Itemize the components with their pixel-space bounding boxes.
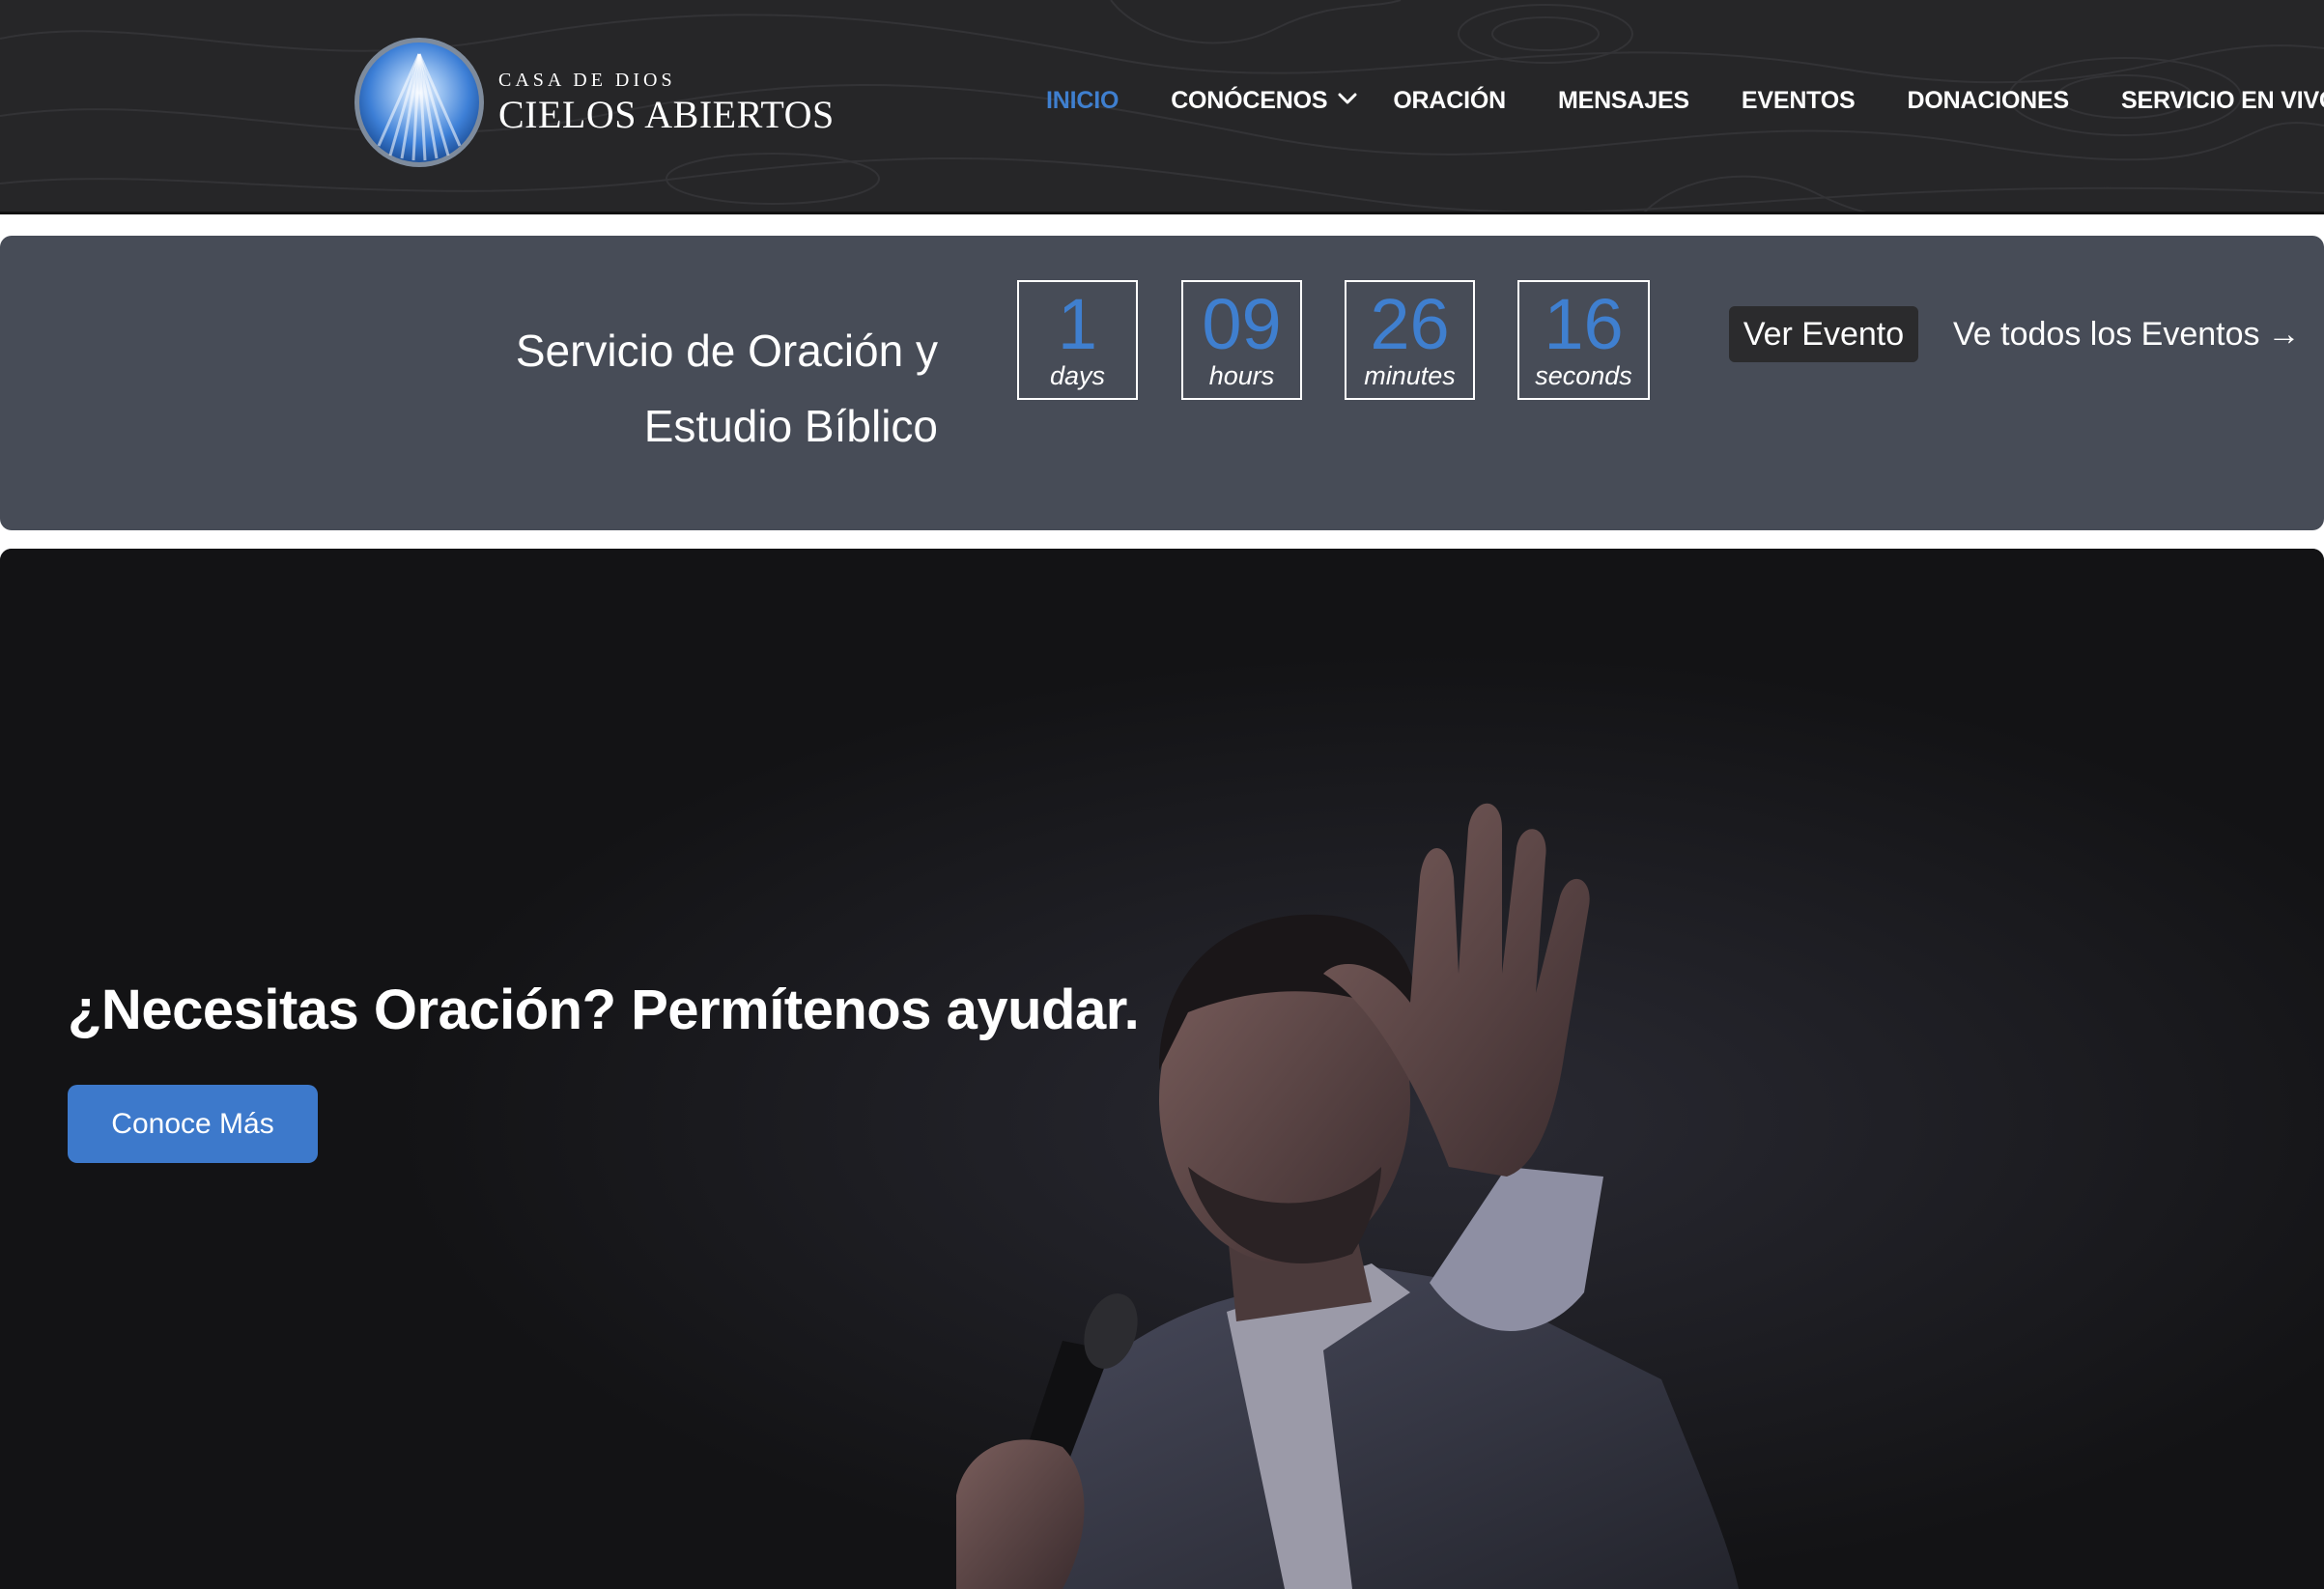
event-title-line1: Servicio de Oración y xyxy=(515,326,938,376)
countdown-seconds-label: seconds xyxy=(1535,361,1632,390)
countdown-seconds-value: 16 xyxy=(1544,284,1624,364)
nav-item-servicio-en-vivo[interactable]: SERVICIO EN VIVO xyxy=(2121,87,2324,115)
all-events-link[interactable]: Ve todos los Eventos → xyxy=(1953,311,2301,357)
hero-image-praying-man xyxy=(0,549,2324,1589)
event-title-line2: Estudio Bíblico xyxy=(643,401,938,451)
site-header: CASA DE DIOS CIELOS ABIERTOS INICIO CONÓ… xyxy=(0,0,2324,214)
countdown-minutes-label: minutes xyxy=(1364,361,1456,390)
countdown-hours-value: 09 xyxy=(1202,284,1282,364)
arrow-right-icon: → xyxy=(2267,316,2301,353)
event-title: Servicio de Oración y Estudio Bíblico xyxy=(358,313,938,464)
countdown-days-label: days xyxy=(1049,361,1106,390)
nav-item-donaciones[interactable]: DONACIONES xyxy=(1908,87,2070,115)
countdown-minutes: 26 minutes xyxy=(1345,280,1475,400)
nav-item-label: CONÓCENOS xyxy=(1171,87,1328,114)
nav-item-conocenos[interactable]: CONÓCENOS xyxy=(1171,87,1358,115)
countdown-days-value: 1 xyxy=(1057,284,1098,364)
nav-item-oracion[interactable]: ORACIÓN xyxy=(1393,87,1506,115)
hero-heading: ¿Necesitas Oración? Permítenos ayudar. xyxy=(68,979,1140,1041)
main-nav: INICIO CONÓCENOS ORACIÓN MENSAJES EVENTO… xyxy=(1046,87,2324,115)
logo-tagline: CASA DE DIOS xyxy=(498,70,676,91)
countdown-days: 1 days xyxy=(1017,280,1138,400)
all-events-label: Ve todos los Eventos xyxy=(1953,316,2260,353)
countdown-seconds: 16 seconds xyxy=(1517,280,1650,400)
hero-section: ¿Necesitas Oración? Permítenos ayudar. C… xyxy=(0,549,2324,1589)
nav-item-inicio[interactable]: INICIO xyxy=(1046,87,1119,115)
nav-item-mensajes[interactable]: MENSAJES xyxy=(1558,87,1689,115)
event-countdown-bar: Servicio de Oración y Estudio Bíblico 1 … xyxy=(0,236,2324,530)
countdown-minutes-value: 26 xyxy=(1370,284,1450,364)
view-event-button[interactable]: Ver Evento xyxy=(1729,306,1918,362)
countdown-hours: 09 hours xyxy=(1181,280,1302,400)
logo-name: CIELOS ABIERTOS xyxy=(498,93,835,136)
logo-emblem-icon xyxy=(354,38,484,167)
countdown-hours-label: hours xyxy=(1208,361,1275,390)
nav-item-eventos[interactable]: EVENTOS xyxy=(1742,87,1856,115)
site-logo[interactable]: CASA DE DIOS CIELOS ABIERTOS xyxy=(352,35,835,170)
chevron-down-icon xyxy=(1338,93,1357,103)
learn-more-button[interactable]: Conoce Más xyxy=(68,1085,318,1163)
